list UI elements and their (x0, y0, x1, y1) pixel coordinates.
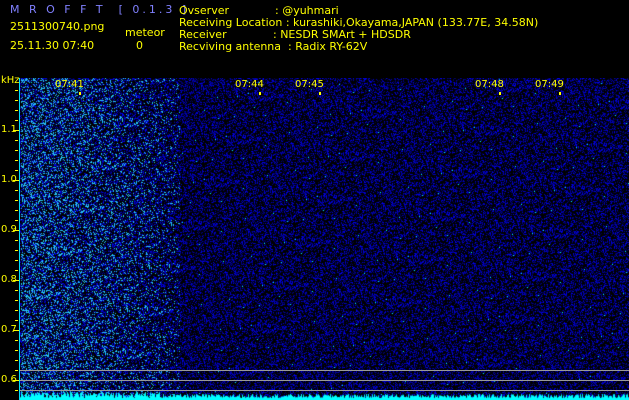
file-name: 2511300740.png (10, 20, 105, 33)
freq-tick (15, 210, 18, 211)
freq-tick (13, 330, 19, 331)
antenna-row: Recviving antenna : Radix RY-62V (179, 41, 367, 53)
freq-tick (15, 290, 18, 291)
freq-tick (13, 380, 19, 381)
freq-tick (15, 250, 18, 251)
freq-tick (13, 130, 19, 131)
frequency-axis (19, 78, 20, 400)
band-line (20, 380, 629, 381)
sep: : (281, 40, 296, 53)
freq-tick (15, 260, 18, 261)
time-label: 07:44 (235, 79, 264, 90)
time-tick (79, 92, 81, 95)
freq-tick (15, 190, 18, 191)
freq-tick (13, 230, 19, 231)
freq-tick (15, 110, 18, 111)
antenna-label: Recviving antenna (179, 40, 282, 53)
freq-tick (15, 220, 18, 221)
freq-tick (15, 320, 18, 321)
time-label: 07:41 (55, 79, 84, 90)
spectrogram (20, 78, 629, 400)
freq-tick (15, 370, 18, 371)
meteor-label: meteor (125, 26, 165, 39)
freq-tick (13, 280, 19, 281)
freq-tick (15, 100, 18, 101)
time-label: 07:48 (475, 79, 504, 90)
freq-tick (15, 270, 18, 271)
freq-tick (15, 360, 18, 361)
freq-tick (15, 90, 18, 91)
freq-tick (15, 240, 18, 241)
meteor-count: 0 (136, 39, 143, 52)
freq-tick (13, 180, 19, 181)
time-tick (259, 92, 261, 95)
time-label: 07:49 (535, 79, 564, 90)
freq-tick (15, 140, 18, 141)
freq-tick (15, 390, 18, 391)
antenna-value: Radix RY-62V (295, 40, 368, 53)
freq-tick (15, 150, 18, 151)
freq-tick (15, 170, 18, 171)
time-tick (499, 92, 501, 95)
time-tick (319, 92, 321, 95)
freq-tick (15, 200, 18, 201)
file-datetime: 25.11.30 07:40 (10, 39, 95, 52)
freq-tick (15, 340, 18, 341)
freq-tick (15, 120, 18, 121)
freq-tick (15, 300, 18, 301)
unit-label: kHz (1, 75, 20, 86)
freq-tick (15, 350, 18, 351)
time-tick (559, 92, 561, 95)
app-title: M R O F F T [ 0.1.3 ] (10, 3, 190, 16)
band-line (20, 390, 629, 391)
time-label: 07:45 (295, 79, 324, 90)
band-line (20, 370, 629, 371)
freq-tick (15, 160, 18, 161)
freq-tick (15, 310, 18, 311)
